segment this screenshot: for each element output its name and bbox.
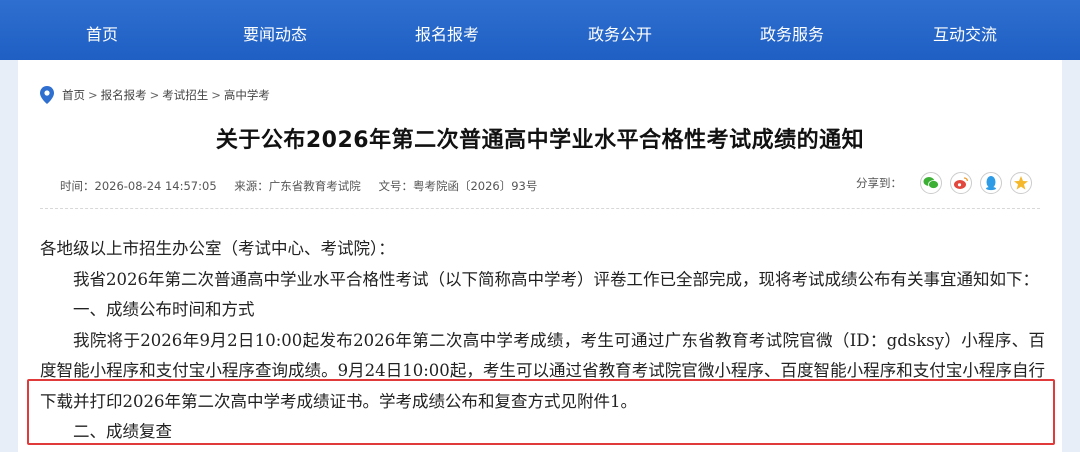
nav-item-home[interactable]: 首页	[22, 0, 182, 60]
breadcrumb-exam-admission[interactable]: 考试招生	[162, 87, 208, 103]
wechat-icon[interactable]	[920, 172, 942, 194]
nav-item-gov-affairs[interactable]: 政务公开	[540, 0, 700, 60]
section-heading-1: 一、成绩公布时间和方式	[73, 300, 255, 319]
breadcrumb-high-school-exam[interactable]: 高中学考	[224, 87, 270, 103]
share-label: 分享到：	[856, 176, 902, 190]
section-heading-2: 二、成绩复查	[73, 422, 172, 441]
nav-item-gov-services[interactable]: 政务服务	[712, 0, 872, 60]
meta-divider	[40, 208, 1040, 209]
breadcrumb-registration[interactable]: 报名报考	[101, 87, 147, 103]
nav-item-registration[interactable]: 报名报考	[367, 0, 527, 60]
intro-paragraph: 我省2026年第二次普通高中学业水平合格性考试（以下简称高中学考）评卷工作已全部…	[73, 269, 1039, 289]
breadcrumb-separator: >	[149, 88, 160, 102]
location-pin-icon	[40, 86, 54, 104]
nav-item-news[interactable]: 要闻动态	[195, 0, 355, 60]
breadcrumb-separator: >	[211, 88, 221, 102]
document-number: 文号：粤考院函〔2026〕93号	[378, 179, 538, 193]
article-meta: 时间：2026-08-24 14:57:05 来源：广东省教育考试院 文号：粤考…	[60, 178, 551, 194]
nav-item-interaction[interactable]: 互动交流	[885, 0, 1045, 60]
share-bar: 分享到：	[856, 170, 1032, 196]
breadcrumb: 首页 > 报名报考 > 考试招生 > 高中学考	[40, 86, 270, 104]
qzone-icon[interactable]	[1010, 172, 1032, 194]
article-source: 来源：广东省教育考试院	[234, 179, 361, 193]
salutation-paragraph: 各地级以上市招生办公室（考试中心、考试院）：	[40, 239, 395, 258]
publish-time: 时间：2026-08-24 14:57:05	[60, 179, 217, 193]
top-nav-bar: 首页 要闻动态 报名报考 政务公开 政务服务 互动交流	[0, 0, 1080, 60]
page-title: 关于公布2026年第二次普通高中学业水平合格性考试成绩的通知	[215, 128, 865, 153]
breadcrumb-separator: >	[88, 88, 98, 102]
qq-icon[interactable]	[980, 172, 1002, 194]
weibo-icon[interactable]	[950, 172, 972, 194]
article-body: 各地级以上市招生办公室（考试中心、考试院）： 我省2026年第二次普通高中学业水…	[40, 234, 1045, 448]
release-info-paragraph: 我院将于2026年9月2日10:00起发布2026年第二次高中学考成绩，考生可通…	[40, 330, 1045, 411]
breadcrumb-home[interactable]: 首页	[62, 87, 85, 103]
